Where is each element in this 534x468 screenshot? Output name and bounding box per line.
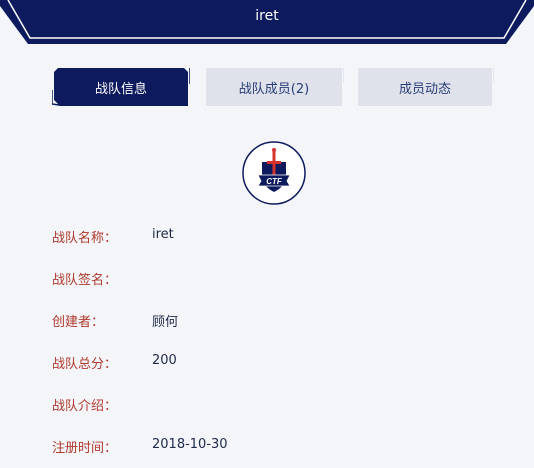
team-name-title: iret [255, 8, 279, 24]
info-row-team-signature: 战队签名： [52, 269, 492, 289]
team-name-label: 战队名称： [52, 231, 118, 246]
team-logo: CTF [241, 140, 307, 206]
info-row-total-score: 战队总分： 200 [52, 353, 492, 373]
tab-team-members-label: 战队成员(2) [238, 81, 310, 97]
tab-team-info[interactable]: 战队信息 [52, 68, 190, 106]
total-score-label: 战队总分： [52, 357, 118, 372]
creator-label: 创建者： [52, 315, 105, 330]
tab-team-info-label: 战队信息 [94, 81, 147, 97]
tab-team-members[interactable]: 战队成员(2) [204, 68, 344, 106]
tab-member-activity-label: 成员动态 [398, 81, 451, 97]
info-row-team-name: 战队名称： iret [52, 227, 492, 247]
info-row-register-date: 注册时间： 2018-10-30 [52, 437, 492, 457]
tab-member-activity[interactable]: 成员动态 [356, 68, 494, 106]
creator-value: 顾何 [152, 315, 179, 330]
sword-shield-icon: CTF [242, 141, 306, 205]
team-profile-page: iret 战队信息 战队成员(2) 成员动态 CTF 战队名称： iret 战队… [0, 0, 534, 468]
register-date-value: 2018-10-30 [152, 437, 228, 452]
team-signature-label: 战队签名： [52, 273, 118, 288]
info-row-creator: 创建者： 顾何 [52, 311, 492, 331]
total-score-value: 200 [152, 353, 177, 368]
team-name-value: iret [152, 227, 174, 242]
team-intro-label: 战队介绍： [52, 399, 118, 414]
info-row-team-intro: 战队介绍： [52, 395, 492, 415]
header-banner: iret [0, 0, 534, 44]
logo-text: CTF [266, 177, 283, 186]
register-date-label: 注册时间： [52, 441, 118, 456]
